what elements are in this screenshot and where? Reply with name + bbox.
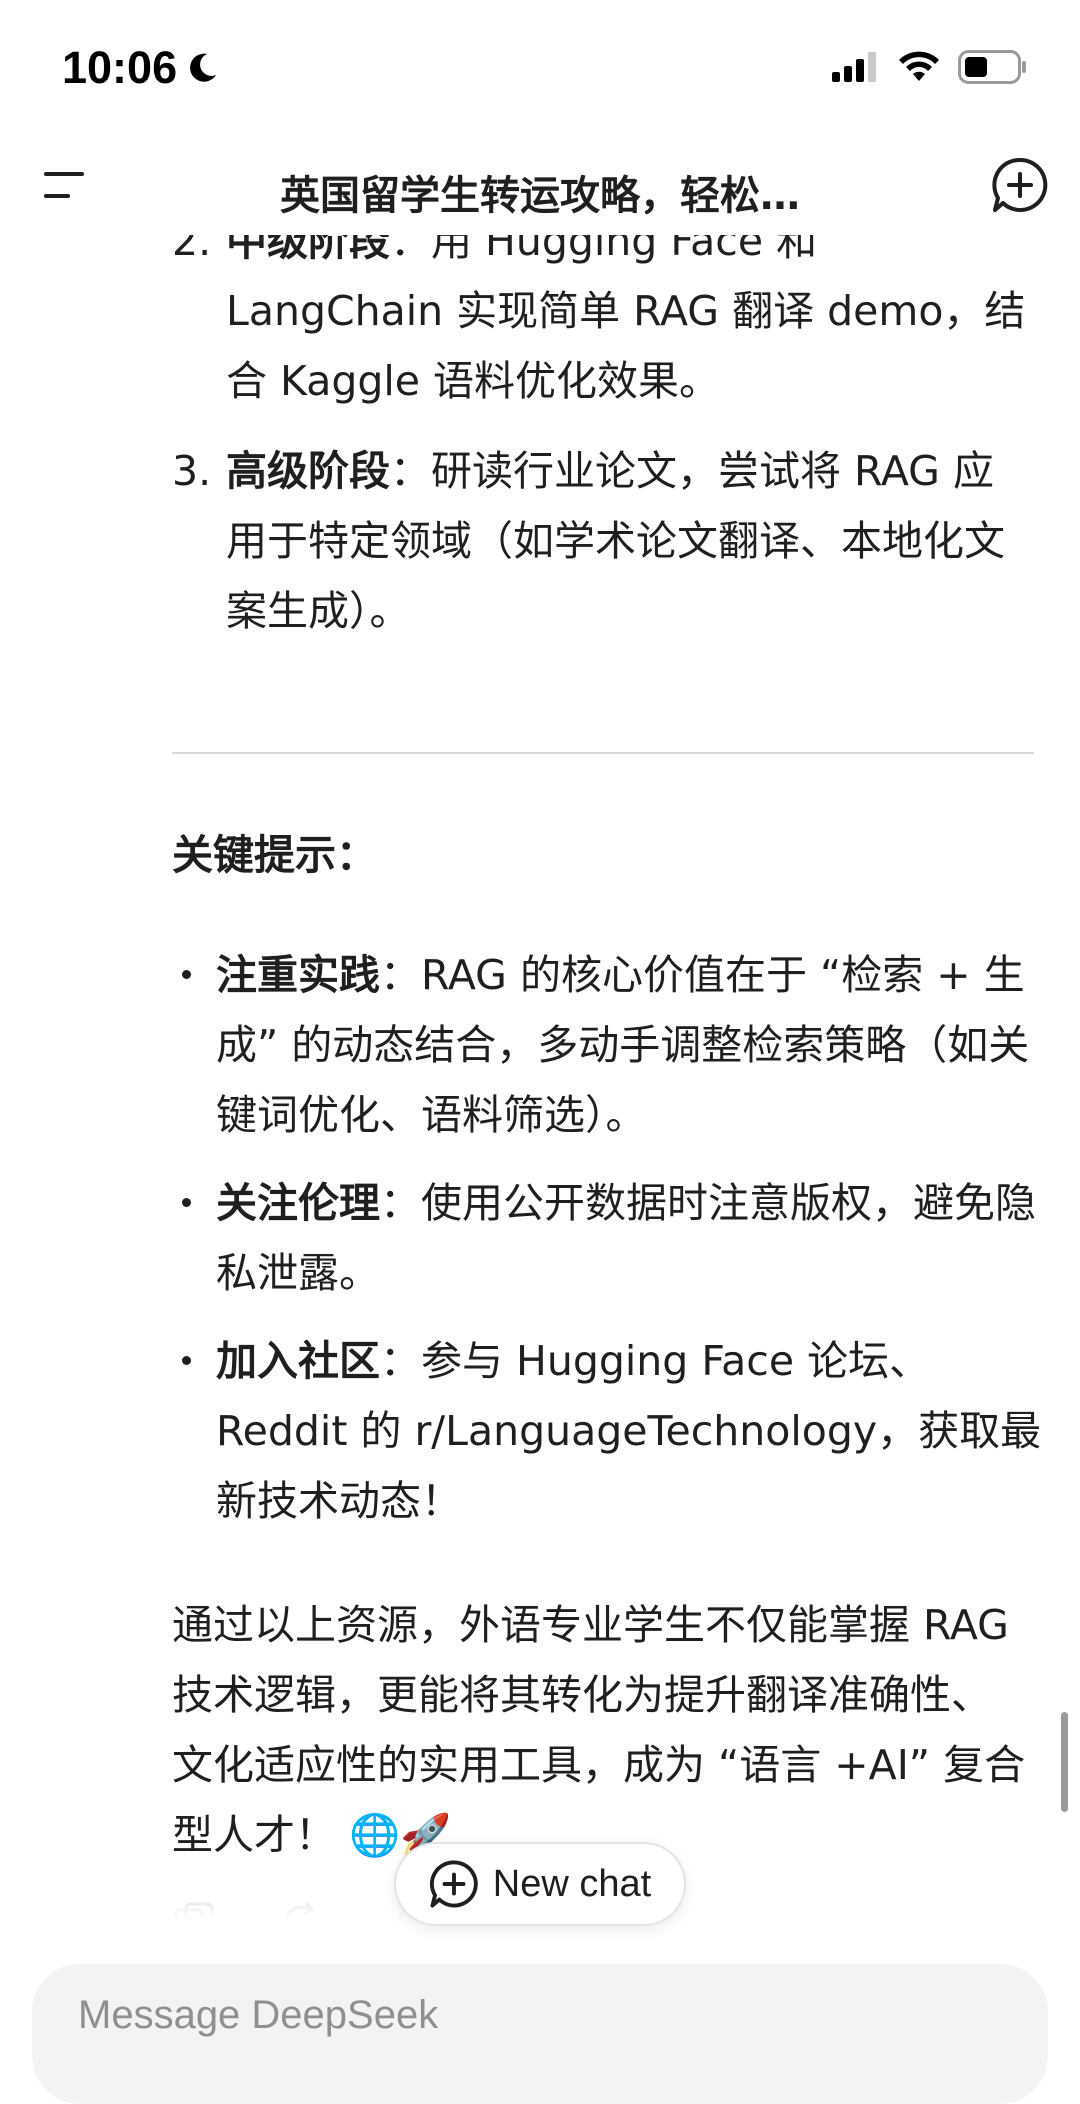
moon-icon [190, 53, 217, 82]
bullet-item: 加入社区：参与 Hugging Face 论坛、Reddit 的 r/Langu… [172, 1326, 1042, 1536]
menu-icon [44, 172, 84, 198]
bullet-dot [182, 1198, 191, 1207]
bullet-sep: ： [380, 951, 421, 999]
status-bar: 10:06 [0, 0, 1080, 135]
bullet-text: 注重实践：RAG 的核心价值在于 “检索 + 生成” 的动态结合，多动手调整检索… [216, 940, 1042, 1150]
signal-icon [832, 52, 876, 82]
bullet-dot [182, 970, 191, 979]
bullet-bold: 注重实践 [216, 951, 380, 999]
scrollbar[interactable] [1061, 1712, 1068, 1812]
list-number: 3. [172, 447, 212, 495]
wifi-icon [899, 51, 939, 81]
new-chat-icon [429, 1860, 478, 1908]
section-heading: 关键提示： [172, 831, 377, 879]
bullet-text: 关注伦理：使用公开数据时注意版权，避免隐私泄露。 [216, 1168, 1042, 1308]
new-chat-header-button[interactable] [988, 153, 1052, 217]
list-item: 3. 高级阶段：研读行业论文，尝试将 RAG 应用于特定领域（如学术论文翻译、本… [172, 436, 1032, 646]
list-item-bold: 高级阶段 [226, 447, 390, 495]
bullet-bold: 加入社区 [216, 1337, 380, 1385]
list-item-text: 中级阶段：用 Hugging Face 和 LangChain 实现简单 RAG… [226, 220, 1032, 416]
closing-paragraph: 通过以上资源，外语专业学生不仅能掌握 RAG 技术逻辑，更能将其转化为提升翻译准… [172, 1601, 1026, 1859]
chat-title: 英国留学生转运攻略，轻松… [280, 173, 800, 219]
new-chat-button[interactable]: New chat [394, 1842, 686, 1926]
chat-header: 英国留学生转运攻略，轻松… [0, 135, 1080, 235]
status-indicators [832, 50, 1028, 84]
menu-button[interactable] [36, 155, 96, 215]
bullet-sep: ： [380, 1337, 421, 1385]
bullet-sep: ： [380, 1179, 421, 1227]
status-time: 10:06 [62, 42, 219, 94]
bullet-item: 关注伦理：使用公开数据时注意版权，避免隐私泄露。 [172, 1168, 1042, 1308]
new-chat-label: New chat [492, 1862, 652, 1905]
list-item-text: 高级阶段：研读行业论文，尝试将 RAG 应用于特定领域（如学术论文翻译、本地化文… [226, 436, 1032, 646]
message-input[interactable] [76, 1992, 976, 2039]
bullet-item: 注重实践：RAG 的核心价值在于 “检索 + 生成” 的动态结合，多动手调整检索… [172, 940, 1042, 1150]
divider [172, 752, 1034, 754]
list-item: 2. 中级阶段：用 Hugging Face 和 LangChain 实现简单 … [172, 220, 1032, 416]
list-item-sep: ： [390, 447, 431, 495]
message-content: 2. 中级阶段：用 Hugging Face 和 LangChain 实现简单 … [0, 220, 1080, 1920]
bullet-bold: 关注伦理 [216, 1179, 380, 1227]
bullet-text: 加入社区：参与 Hugging Face 论坛、Reddit 的 r/Langu… [216, 1326, 1042, 1536]
composer-box[interactable] [32, 1964, 1048, 2104]
bullet-dot [182, 1356, 191, 1365]
status-time-text: 10:06 [62, 42, 178, 93]
composer-area [0, 1920, 1080, 2104]
new-chat-icon [992, 157, 1048, 212]
battery-icon [958, 50, 1026, 84]
